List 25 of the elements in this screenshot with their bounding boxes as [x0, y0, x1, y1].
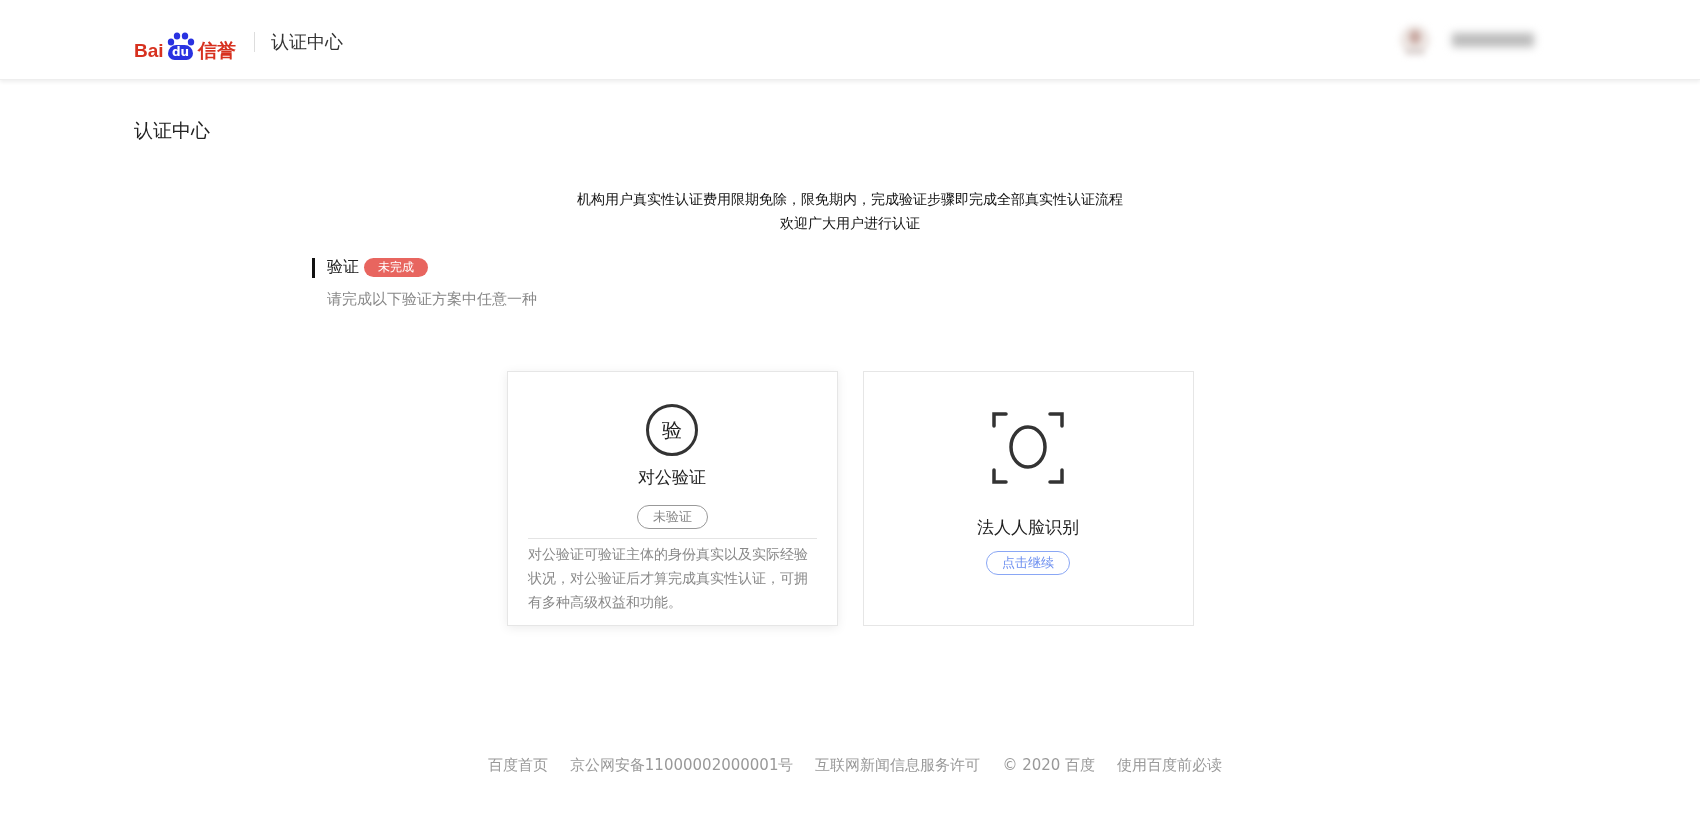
seal-icon: 验	[646, 404, 698, 456]
footer-link[interactable]: 百度首页	[487, 756, 548, 775]
status-badge: 未完成	[364, 258, 428, 277]
section-subtitle: 请完成以下验证方案中任意一种	[327, 290, 538, 309]
continue-button[interactable]: 点击继续	[986, 551, 1070, 575]
status-tag: 未验证	[636, 505, 708, 529]
footer-link[interactable]: 互联网新闻信息服务许可	[815, 756, 981, 775]
notice-text: 欢迎广大用户进行认证	[779, 214, 921, 233]
notice-text: 机构用户真实性认证费用限期免除，限免期内，完成验证步骤即完成全部真实性认证流程	[576, 190, 1124, 209]
logo-text: 信誉	[197, 40, 236, 60]
footer-link[interactable]: © 2020 百度	[1002, 756, 1096, 775]
logo-text: Bai	[134, 40, 164, 60]
section-title: 验证	[327, 257, 359, 278]
page-title: 认证中心	[134, 121, 211, 140]
face-scan-icon	[992, 412, 1064, 484]
option-description: 对公验证可验证主体的身份真实以及实际经验状况，对公验证后才算完成真实性认证，可拥有多种高级权益和功能。	[527, 538, 817, 614]
logo-paw-mark: du	[165, 31, 196, 60]
footer-link[interactable]: 京公网安备11000002000001号	[569, 756, 794, 775]
footer-link[interactable]: 使用百度前必读	[1117, 756, 1223, 775]
option-card[interactable]: 法人人脸识别 点击继续	[862, 371, 1194, 626]
option-title: 法人人脸识别	[977, 516, 1079, 539]
header-title: 认证中心	[270, 29, 343, 54]
option-title: 对公验证	[638, 466, 706, 489]
option-card[interactable]: 验 对公验证 未验证 对公验证可验证主体的身份真实以及实际经验状况，对公验证后才算完成真实性认证，可拥有多种高级权益和功能。	[506, 371, 838, 626]
logo[interactable]: Bai du 信誉	[134, 19, 236, 60]
